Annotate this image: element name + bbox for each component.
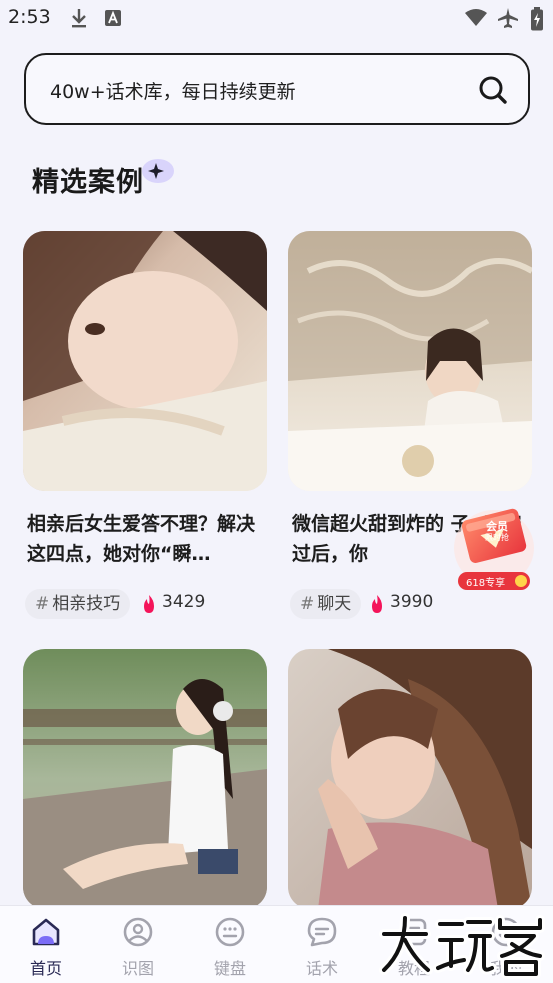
case-card-tag[interactable]: # 聊天 [290,589,362,619]
battery-charging-icon [531,7,543,31]
home-icon [32,918,60,946]
case-card[interactable]: 相亲后女生爱答不理？解决这四点，她对你“瞬… # 相亲技巧 3429 [23,231,267,619]
tab-home[interactable]: 首页 [0,906,92,983]
image-recognition-icon [123,917,153,947]
flame-icon [372,595,382,613]
download-icon [72,9,86,28]
promo-badge-text: 618专享 [466,578,506,589]
case-card-tag[interactable]: # 相亲技巧 [25,589,131,619]
hot-count: 3990 [390,592,434,612]
case-card-meta: # 聊天 3990 [288,589,532,619]
sparkle-icon [142,159,174,183]
search-placeholder: 40w+话术库，每日持续更新 [50,81,296,103]
tab-home-label: 首页 [29,959,62,978]
chat-bubble-icon [307,917,337,947]
section-title: 精选案例 [32,167,144,198]
tab-phrases[interactable]: 话术 [276,906,368,983]
wifi-icon [465,9,487,26]
tab-keyboard[interactable]: 键盘 [184,906,276,983]
tab-image-recognition[interactable]: 识图 [92,906,184,983]
case-card-image [288,231,532,491]
search-icon[interactable] [478,75,508,105]
flame-icon [144,595,154,613]
case-card[interactable] [288,649,532,909]
case-card-image [288,649,532,909]
airplane-mode-icon [498,8,518,28]
promo-subtitle: 限时抢 [485,533,509,542]
case-card[interactable] [23,649,267,909]
hot-count: 3429 [162,592,206,612]
case-card-image [23,231,267,491]
case-card-meta: # 相亲技巧 3429 [23,589,267,619]
case-card-image [23,649,267,909]
status-time: 2:53 [8,6,51,28]
search-bar[interactable]: 40w+话术库，每日持续更新 [24,53,530,125]
tab-image-recognition-label: 识图 [121,959,154,978]
case-card-title: 相亲后女生爱答不理？解决这四点，她对你“瞬… [27,513,256,565]
watermark-logo [376,910,546,980]
keyboard-icon [215,917,245,947]
tab-keyboard-label: 键盘 [213,959,246,978]
status-bar: 2:53 [0,0,553,38]
vip-promo-badge[interactable]: 会员 限时抢 618专享 [452,500,536,592]
app-a-icon [105,10,121,26]
tab-phrases-label: 话术 [305,959,338,978]
